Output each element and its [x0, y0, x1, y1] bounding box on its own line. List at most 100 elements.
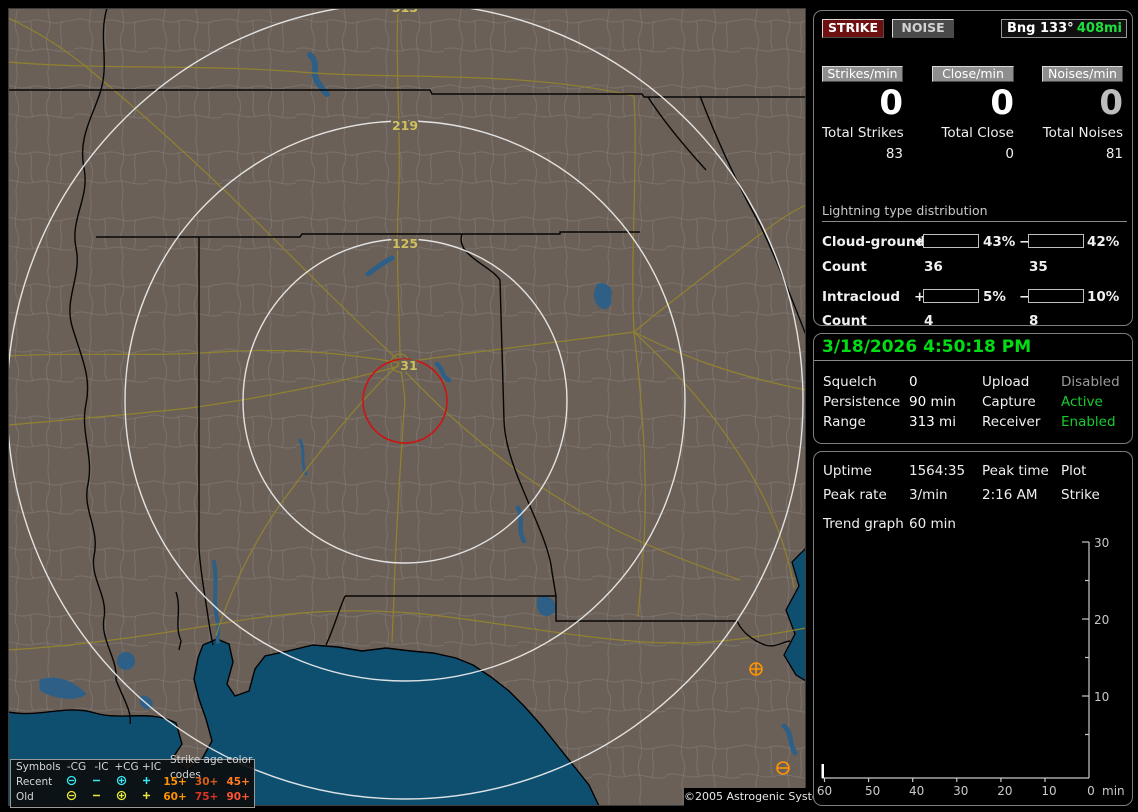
noise-toggle-button[interactable]: NOISE	[892, 19, 954, 38]
total-close-label: Total Close	[941, 125, 1014, 141]
legend-col-neg-ic: -IC	[94, 761, 109, 773]
minus-icon	[84, 790, 109, 805]
age-45: 45+	[226, 776, 250, 788]
total-strikes-label: Total Strikes	[822, 125, 904, 141]
ic-positive-bar	[923, 289, 979, 303]
legend-recent-symbols	[59, 775, 159, 790]
legend-old-label: Old	[16, 791, 34, 803]
positive-cg-strike-icon	[749, 662, 763, 676]
circle-plus-icon	[109, 790, 134, 805]
total-noises-value: 81	[1105, 146, 1123, 162]
status-panel: 3/18/2026 4:50:18 PM Squelch 0 Upload Di…	[813, 333, 1133, 444]
ring-label-313: 313	[392, 8, 418, 15]
legend-col-pos-cg: +CG	[114, 761, 139, 773]
distribution-title: Lightning type distribution	[822, 203, 1127, 222]
ic-negative-count: 8	[1029, 313, 1039, 329]
squelch-label: Squelch	[823, 374, 877, 390]
ic-positive-percent: 5%	[983, 289, 1006, 305]
range-row: Range 313 mi Receiver Enabled	[814, 414, 1132, 434]
age-90: 90+	[226, 791, 250, 803]
ring-label-31: 31	[400, 358, 417, 373]
svg-text:40: 40	[909, 784, 924, 798]
svg-text:10: 10	[1041, 784, 1056, 798]
upload-label: Upload	[982, 374, 1030, 390]
receiver-label: Receiver	[982, 414, 1041, 430]
legend-old-row: Old 60+ 75+ 90+	[11, 790, 254, 805]
cloud-ground-count-row: Count 36 35	[814, 259, 1132, 275]
count-label: Count	[822, 259, 867, 275]
strikes-counter-column: Strikes/min 0 Total Strikes 83	[822, 66, 904, 186]
strike-toggle-button[interactable]: STRIKE	[822, 19, 884, 38]
svg-text:10: 10	[1094, 690, 1109, 704]
legend-col-pos-ic: +IC	[141, 761, 162, 773]
svg-text:50: 50	[865, 784, 880, 798]
capture-status: Active	[1061, 394, 1103, 410]
circle-plus-icon	[109, 775, 134, 790]
intracloud-count-row: Count 4 8	[814, 313, 1132, 329]
cloud-ground-label: Cloud-ground	[822, 234, 926, 250]
nexstorm-window: 313 219 125 31	[0, 0, 1138, 812]
copyright-text: ©2005 Astrogenic Systems	[684, 788, 835, 806]
squelch-row: Squelch 0 Upload Disabled	[814, 374, 1132, 394]
strikes-per-min-value: 0	[879, 83, 903, 123]
bearing-range-display: Bng 133° 408mi	[1001, 19, 1127, 38]
ring-label-125: 125	[392, 236, 418, 251]
close-per-min-label: Close/min	[932, 66, 1014, 82]
cloud-ground-row: Cloud-ground + 43% − 42%	[814, 234, 1132, 250]
cg-negative-bar	[1028, 234, 1084, 248]
legend-symbols-header: Symbols	[16, 761, 61, 773]
age-30: 30+	[194, 776, 219, 788]
cg-negative-count: 35	[1029, 259, 1048, 275]
legend-col-neg-cg: -CG	[66, 761, 87, 773]
intracloud-row: Intracloud + 5% − 10%	[814, 289, 1132, 305]
trend-data-bar	[821, 764, 824, 778]
symbols-legend: Symbols -CG -IC +CG +IC Strike age color…	[10, 754, 255, 808]
cg-negative-percent: 42%	[1087, 234, 1120, 250]
range-setting-value: 313 mi	[909, 414, 956, 430]
cg-positive-bar	[923, 234, 979, 248]
cg-positive-count: 36	[924, 259, 943, 275]
circle-minus-icon	[59, 790, 84, 805]
ic-negative-percent: 10%	[1087, 289, 1120, 305]
datetime-display: 3/18/2026 4:50:18 PM	[822, 337, 1032, 357]
plus-icon	[134, 775, 159, 790]
range-label: Range	[823, 414, 866, 430]
age-60: 60+	[163, 791, 187, 803]
trend-graph: 30 20 10 60 50 40 30 20 10 0 min	[817, 536, 1125, 798]
legend-recent-row: Recent 15+ 30+ 45+	[11, 775, 254, 790]
map-canvas: 313 219 125 31	[8, 8, 806, 806]
svg-text:20: 20	[997, 784, 1012, 798]
persistence-row: Persistence 90 min Capture Active	[814, 394, 1132, 414]
total-close-value: 0	[1005, 146, 1014, 162]
age-15: 15+	[163, 776, 187, 788]
svg-text:30: 30	[953, 784, 968, 798]
capture-label: Capture	[982, 394, 1036, 410]
bearing-value: Bng 133°	[1007, 21, 1074, 36]
legend-recent-label: Recent	[16, 776, 53, 788]
graph-tick-labels: 30 20 10 60 50 40 30 20 10 0 min	[817, 536, 1125, 798]
svg-text:60: 60	[817, 784, 832, 798]
ic-positive-count: 4	[924, 313, 934, 329]
lightning-map: 313 219 125 31	[8, 8, 835, 808]
plus-icon	[134, 790, 159, 805]
ring-label-219: 219	[392, 118, 418, 133]
intracloud-label: Intracloud	[822, 289, 901, 305]
strikes-per-min-label: Strikes/min	[822, 66, 903, 82]
cg-positive-percent: 43%	[983, 234, 1016, 250]
squelch-value: 0	[909, 374, 918, 390]
trend-panel: Uptime 1564:35 Peak time Plot Peak rate …	[813, 451, 1133, 806]
receiver-status: Enabled	[1061, 414, 1116, 430]
svg-text:30: 30	[1094, 536, 1109, 550]
noises-per-min-value: 0	[1099, 83, 1123, 123]
legend-old-symbols	[59, 790, 159, 805]
close-per-min-value: 0	[990, 83, 1014, 123]
persistence-value: 90 min	[909, 394, 956, 410]
age-75: 75+	[194, 791, 219, 803]
count-label: Count	[822, 313, 867, 329]
divider	[814, 360, 1132, 361]
upload-status: Disabled	[1061, 374, 1120, 390]
ic-negative-bar	[1028, 289, 1084, 303]
persistence-label: Persistence	[823, 394, 901, 410]
counters-panel: STRIKE NOISE Bng 133° 408mi Strikes/min …	[813, 10, 1133, 329]
total-strikes-value: 83	[885, 146, 903, 162]
